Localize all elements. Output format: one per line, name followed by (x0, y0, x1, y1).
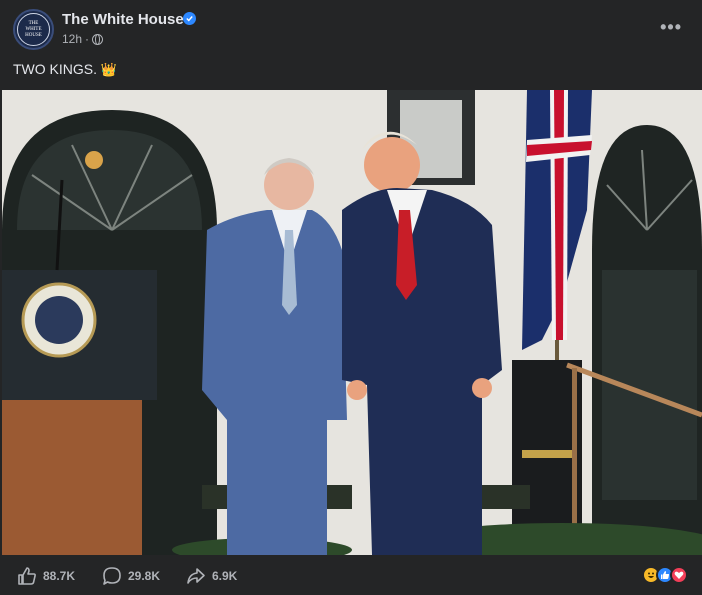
photo-illustration (2, 90, 702, 555)
like-count: 88.7K (43, 569, 76, 583)
share-count: 6.9K (212, 569, 238, 583)
share-button[interactable]: 6.9K (186, 566, 237, 586)
verified-badge-icon (183, 12, 196, 25)
post-photo[interactable] (2, 90, 702, 555)
meta-separator: · (85, 32, 90, 46)
avatar-seal-icon: THE WHITE HOUSE (17, 13, 50, 46)
post-footer: 88.7K 29.8K 6.9K (0, 555, 702, 595)
avatar-line: HOUSE (25, 32, 42, 38)
more-options-icon[interactable]: ••• (660, 17, 682, 38)
crown-emoji: 👑 (100, 62, 118, 77)
comment-bubble-icon (103, 567, 121, 585)
post-header: THE WHITE HOUSE The White House 12h · ••… (0, 0, 702, 56)
reaction-summary[interactable] (642, 566, 688, 584)
comment-count: 29.8K (128, 569, 161, 583)
page-name-link[interactable]: The White House (62, 11, 184, 28)
post-timestamp[interactable]: 12h (62, 32, 82, 46)
love-reaction-icon (670, 566, 688, 584)
post-meta: 12h · (62, 32, 104, 46)
page-avatar[interactable]: THE WHITE HOUSE (13, 9, 54, 50)
share-arrow-icon (187, 568, 205, 584)
like-button[interactable]: 88.7K (17, 566, 75, 586)
comment-button[interactable]: 29.8K (102, 566, 160, 586)
post-caption: TWO KINGS. (13, 61, 97, 77)
globe-icon (92, 33, 104, 45)
thumbs-up-icon (18, 567, 36, 585)
post-text: TWO KINGS. 👑 (13, 61, 117, 78)
